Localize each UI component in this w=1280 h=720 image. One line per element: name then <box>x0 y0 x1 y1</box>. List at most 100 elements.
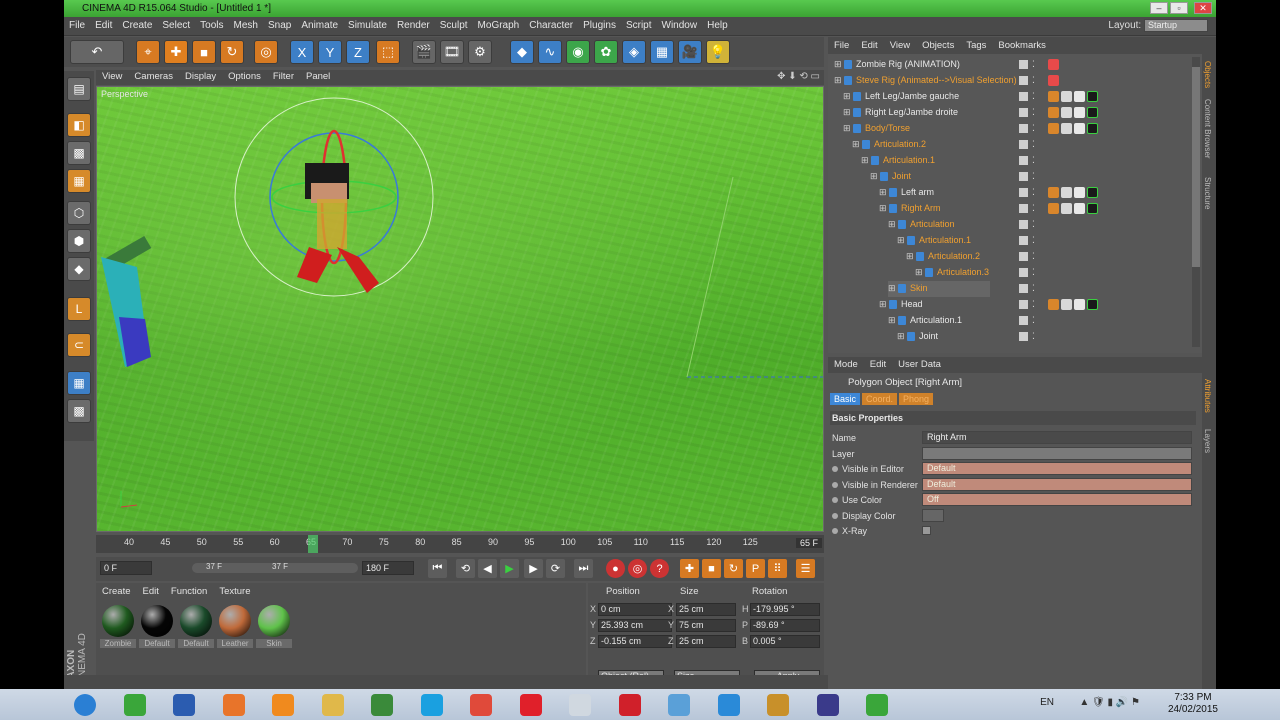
object-row[interactable]: ⊞ Left Leg/Jambe gauche ⁚ <box>828 89 1190 105</box>
object-row[interactable]: ⊞ Right Arm ⁚ <box>828 201 1190 217</box>
vlc-app[interactable] <box>361 691 403 718</box>
object-tag-icon[interactable] <box>1048 203 1059 214</box>
object-row[interactable]: ⊞ Articulation.3 ⁚ <box>828 265 1190 281</box>
media-player-app[interactable] <box>262 691 304 718</box>
attribute-animate-dot[interactable] <box>832 512 838 519</box>
skype-app[interactable] <box>411 691 453 718</box>
object-row[interactable]: ⊞ Steve Rig (Animated-->Visual Selection)… <box>828 73 1190 89</box>
object-menu-bookmarks[interactable]: Bookmarks <box>992 37 1052 54</box>
object-tag-icon[interactable] <box>1048 123 1059 134</box>
record-rotation-icon[interactable]: ↻ <box>724 559 743 578</box>
visibility-dots-icon[interactable]: ⁚ <box>1032 203 1035 214</box>
object-scrollbar[interactable] <box>1192 57 1200 347</box>
workplane-grid-icon[interactable]: ▦ <box>67 371 91 395</box>
tray-icons[interactable]: ▲ 🛡 ▮ 🔊 ⚑ <box>1079 697 1140 708</box>
record-keys-icon[interactable]: ● <box>606 559 625 578</box>
object-tag-icon[interactable] <box>1048 107 1059 118</box>
layout-dropdown[interactable]: Startup <box>1144 19 1208 32</box>
minimize-button[interactable]: – <box>1150 2 1168 14</box>
visibility-dots-icon[interactable]: ⁚ <box>1032 251 1035 262</box>
points-mode-icon[interactable]: ⬡ <box>67 201 91 225</box>
next-key-icon[interactable]: ⟳ <box>546 559 565 578</box>
visibility-dots-icon[interactable]: ⁚ <box>1032 187 1035 198</box>
object-tag-icon[interactable] <box>1074 299 1085 310</box>
side-tab-attributes[interactable]: Attributes <box>1203 379 1212 413</box>
expand-icon[interactable]: ⊞ <box>870 171 878 182</box>
viewport-menu-options[interactable]: Options <box>222 70 267 83</box>
workplane-icon[interactable]: ▦ <box>67 169 91 193</box>
expand-icon[interactable]: ⊞ <box>852 139 860 150</box>
material-menu-edit[interactable]: Edit <box>137 585 165 598</box>
material-menu-texture[interactable]: Texture <box>213 585 256 598</box>
frame-range-slider[interactable]: 37 F 37 F <box>192 562 358 573</box>
play-icon[interactable]: ▶ <box>500 559 519 578</box>
opera-app[interactable] <box>609 691 651 718</box>
start-frame-field[interactable]: 0 F <box>100 561 152 575</box>
menu-tools[interactable]: Tools <box>195 17 228 34</box>
visibility-dots-icon[interactable]: ⁚ <box>1032 299 1035 310</box>
attribute-dropdown[interactable]: Default <box>922 462 1192 475</box>
object-name[interactable]: Head <box>901 299 923 309</box>
object-visibility-toggle[interactable] <box>1019 172 1028 181</box>
object-tag-icon[interactable] <box>1061 91 1072 102</box>
object-tag-icon[interactable] <box>1074 91 1085 102</box>
cinema4d-app[interactable] <box>114 691 156 718</box>
coord-size-field[interactable]: 75 cm <box>676 619 736 632</box>
attribute-menu-user-data[interactable]: User Data <box>892 357 947 372</box>
expand-icon[interactable]: ⊞ <box>897 331 905 342</box>
attribute-tab-phong[interactable]: Phong <box>899 393 934 405</box>
attribute-dropdown[interactable]: Default <box>922 477 1192 491</box>
timeline-ruler[interactable]: 4045505560657075808590951001051101151201… <box>96 535 824 553</box>
light-icon[interactable]: 💡 <box>706 40 730 64</box>
go-to-end-icon[interactable]: ⏭ <box>574 559 593 578</box>
visibility-dots-icon[interactable]: ⁚ <box>1032 75 1035 86</box>
material-menu-create[interactable]: Create <box>96 585 137 598</box>
expand-icon[interactable]: ⊞ <box>879 299 887 310</box>
object-tag-icon[interactable] <box>1087 203 1098 214</box>
object-row[interactable]: ⊞ Right Leg/Jambe droite ⁚ <box>828 105 1190 121</box>
menu-create[interactable]: Create <box>117 17 157 34</box>
object-name[interactable]: Joint <box>892 171 911 181</box>
viewport-menu-panel[interactable]: Panel <box>300 70 336 83</box>
object-menu-file[interactable]: File <box>828 37 855 54</box>
maximize-button[interactable]: ▫ <box>1170 2 1188 14</box>
object-tag-icon[interactable] <box>1087 187 1098 198</box>
menu-file[interactable]: File <box>64 17 90 34</box>
record-parameter-icon[interactable]: P <box>746 559 765 578</box>
object-visibility-toggle[interactable] <box>1019 140 1028 149</box>
object-menu-objects[interactable]: Objects <box>916 37 960 54</box>
expand-icon[interactable]: ⊞ <box>879 187 887 198</box>
previous-frame-icon[interactable]: ◀ <box>478 559 497 578</box>
visibility-dots-icon[interactable]: ⁚ <box>1032 283 1035 294</box>
object-name[interactable]: Articulation.2 <box>874 139 926 149</box>
timeline-settings-icon[interactable]: ☰ <box>796 559 815 578</box>
taskbar-clock[interactable]: 7:33 PM 24/02/2015 <box>1168 692 1218 716</box>
object-visibility-toggle[interactable] <box>1019 236 1028 245</box>
menu-mesh[interactable]: Mesh <box>229 17 263 34</box>
object-tag-icon[interactable] <box>1074 203 1085 214</box>
object-name[interactable]: Left arm <box>901 187 934 197</box>
attribute-value-field[interactable] <box>922 446 1192 460</box>
material-menu-function[interactable]: Function <box>165 585 213 598</box>
object-visibility-toggle[interactable] <box>1019 220 1028 229</box>
menu-character[interactable]: Character <box>524 17 578 34</box>
menu-edit[interactable]: Edit <box>90 17 117 34</box>
object-name[interactable]: Articulation.1 <box>883 155 935 165</box>
visibility-dots-icon[interactable]: ⁚ <box>1032 59 1035 70</box>
menu-animate[interactable]: Animate <box>296 17 343 34</box>
menu-simulate[interactable]: Simulate <box>343 17 392 34</box>
undo-icon[interactable]: ↶ <box>70 40 124 64</box>
coord-size-field[interactable]: 25 cm <box>676 603 736 616</box>
viewport-menu-view[interactable]: View <box>96 70 128 83</box>
package-app[interactable] <box>757 691 799 718</box>
object-tag-icon[interactable] <box>1074 187 1085 198</box>
menu-render[interactable]: Render <box>392 17 435 34</box>
visibility-dots-icon[interactable]: ⁚ <box>1032 315 1035 326</box>
object-name[interactable]: Body/Torse <box>865 123 910 133</box>
spline-icon[interactable]: ∿ <box>538 40 562 64</box>
camera-icon[interactable]: 🎥 <box>678 40 702 64</box>
side-tab-layers[interactable]: Layers <box>1203 429 1212 453</box>
object-scrollbar-thumb[interactable] <box>1192 67 1200 267</box>
object-row[interactable]: ⊞ Joint ⁚ <box>828 169 1190 185</box>
object-name[interactable]: Articulation.3 <box>937 267 989 277</box>
